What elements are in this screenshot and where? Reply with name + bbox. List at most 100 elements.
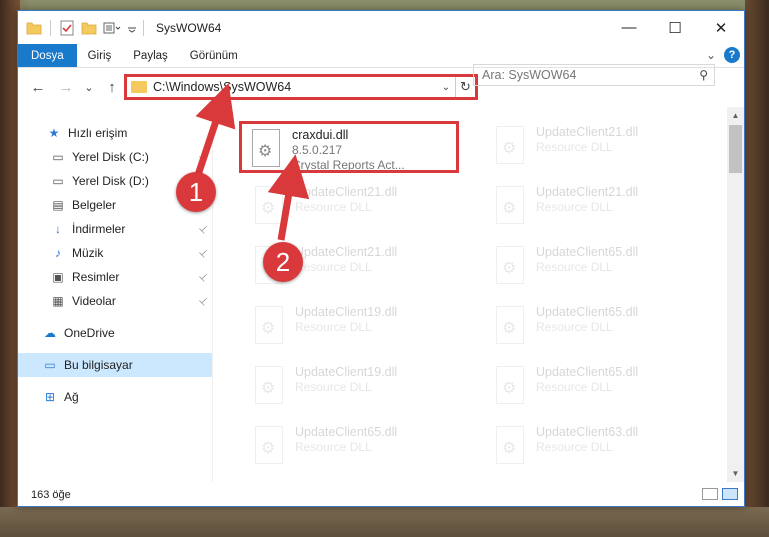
dll-file-icon: ⚙: [492, 306, 528, 348]
properties-icon[interactable]: [59, 20, 75, 36]
file-tile[interactable]: ⚙ UpdateClient19.dll Resource DLL: [245, 301, 465, 353]
status-bar: 163 öğe: [18, 484, 744, 506]
callout-two: 2: [263, 242, 303, 282]
customize-icon[interactable]: [103, 21, 121, 35]
scroll-up-icon[interactable]: ▲: [727, 107, 744, 124]
sidebar-item-label: Müzik: [72, 246, 104, 260]
file-tile[interactable]: ⚙ UpdateClient65.dll Resource DLL: [486, 361, 706, 413]
file-tile[interactable]: ⚙ craxdui.dll 8.5.0.217 Crystal Reports Act…: [239, 121, 459, 173]
recent-locations-button[interactable]: ⌄: [82, 75, 96, 99]
sidebar-item-label: İndirmeler: [72, 222, 126, 236]
file-detail: Resource DLL: [295, 380, 372, 394]
search-box[interactable]: Ara: SysWOW64 ⚲: [473, 64, 715, 86]
quick-access-toolbar: [18, 19, 137, 36]
pictures-icon: ▣: [52, 270, 64, 284]
tab-file[interactable]: Dosya: [18, 44, 77, 67]
folder-icon: [26, 22, 42, 34]
file-name: UpdateClient65.dll: [295, 425, 398, 439]
background-trunk: [745, 0, 769, 537]
search-icon[interactable]: ⚲: [699, 68, 708, 82]
file-detail: Resource DLL: [295, 260, 372, 274]
toolbar-dropdown-icon[interactable]: [127, 23, 137, 33]
file-detail: Resource DLL: [536, 440, 613, 454]
file-name: UpdateClient19.dll: [295, 305, 398, 319]
file-detail: Resource DLL: [536, 320, 613, 334]
drive-icon: ▭: [52, 174, 64, 188]
background-ground: [0, 507, 769, 537]
dll-file-icon: ⚙: [251, 186, 287, 228]
file-tile[interactable]: ⚙ UpdateClient65.dll Resource DLL: [486, 241, 706, 293]
up-button[interactable]: ↑: [100, 75, 124, 99]
address-folder-icon: [131, 81, 147, 93]
file-detail: Resource DLL: [536, 260, 613, 274]
sidebar-item[interactable]: ▣ Resimler ⊥: [18, 265, 212, 289]
help-icon[interactable]: ?: [724, 47, 740, 63]
tab-view[interactable]: Görünüm: [179, 44, 249, 67]
file-tile[interactable]: ⚙ UpdateClient65.dll Resource DLL: [486, 301, 706, 353]
back-button[interactable]: ←: [26, 75, 50, 99]
file-name: UpdateClient21.dll: [536, 185, 639, 199]
sidebar-item[interactable]: ▭ Bu bilgisayar: [18, 353, 212, 377]
computer-icon: ▭: [44, 358, 56, 372]
file-detail: Resource DLL: [536, 200, 613, 214]
sidebar-item[interactable]: ♪ Müzik ⊥: [18, 241, 212, 265]
nav-buttons: ← → ⌄ ↑: [18, 75, 124, 99]
dll-file-icon: ⚙: [251, 306, 287, 348]
video-icon: ▦: [52, 294, 64, 308]
sidebar-item-label: Ağ: [64, 390, 79, 404]
tab-share[interactable]: Paylaş: [122, 44, 179, 67]
pane-divider[interactable]: [212, 107, 213, 482]
file-name: UpdateClient63.dll: [536, 425, 639, 439]
ribbon-controls: ⌄ ?: [706, 47, 740, 63]
file-name: UpdateClient65.dll: [536, 365, 639, 379]
sidebar-item[interactable]: ☁ OneDrive: [18, 321, 212, 345]
dll-file-icon: ⚙: [251, 366, 287, 408]
file-detail: Resource DLL: [295, 320, 372, 334]
file-tile[interactable]: ⚙ UpdateClient21.dllResource DLL: [486, 121, 706, 173]
forward-button[interactable]: →: [54, 75, 78, 99]
sidebar-item[interactable]: ⊞ Ağ: [18, 385, 212, 409]
search-input[interactable]: Ara: SysWOW64: [482, 68, 576, 82]
sidebar-item-label: Belgeler: [72, 198, 117, 212]
close-button[interactable]: ✕: [698, 11, 744, 44]
details-view-icon[interactable]: [702, 488, 718, 500]
dll-file-icon: ⚙: [492, 126, 528, 168]
dll-file-icon: ⚙: [251, 426, 287, 468]
sidebar-item[interactable]: ↓ İndirmeler ⊥: [18, 217, 212, 241]
file-tile[interactable]: ⚙ UpdateClient21.dllResource DLL: [486, 181, 706, 233]
vertical-scrollbar[interactable]: ▲ ▼: [727, 107, 744, 482]
sidebar-item[interactable]: ▦ Videolar ⊥: [18, 289, 212, 313]
address-dropdown-icon[interactable]: ⌄: [437, 82, 455, 93]
file-tile[interactable]: ⚙ UpdateClient65.dll Resource DLL: [245, 421, 465, 473]
toolbar-divider: [50, 19, 51, 36]
ribbon-expand-icon[interactable]: ⌄: [706, 48, 716, 62]
new-folder-icon[interactable]: [81, 21, 97, 35]
file-detail: Resource DLL: [536, 380, 613, 394]
sidebar-item-label: OneDrive: [64, 326, 115, 340]
minimize-button[interactable]: —: [606, 11, 652, 44]
file-name: UpdateClient21.dll: [536, 125, 639, 139]
address-bar[interactable]: C:\Windows\SysWOW64 ⌄ ↻: [124, 74, 478, 100]
file-tile[interactable]: ⚙ UpdateClient63.dll Resource DLL: [486, 421, 706, 473]
music-icon: ♪: [55, 246, 61, 260]
tab-home[interactable]: Giriş: [77, 44, 123, 67]
address-path[interactable]: C:\Windows\SysWOW64: [153, 80, 437, 94]
title-bar: SysWOW64 — ☐ ✕: [18, 11, 744, 44]
pin-icon: ⊥: [196, 246, 211, 260]
tiles-view-icon[interactable]: [722, 488, 738, 500]
network-icon: ⊞: [44, 390, 56, 404]
sidebar-item[interactable]: ▭ Yerel Disk (C:) ⊥: [18, 145, 212, 169]
callout-one: 1: [176, 172, 216, 212]
scroll-down-icon[interactable]: ▼: [727, 465, 744, 482]
file-list: ⚙ craxdui.dll 8.5.0.217 Crystal Reports Act…: [218, 107, 728, 482]
file-tile[interactable]: ⚙ UpdateClient21.dllResource DLL: [245, 181, 465, 233]
maximize-button[interactable]: ☐: [652, 11, 698, 44]
sidebar-item-label: Resimler: [72, 270, 120, 284]
navigation-pane: ★ Hızlı erişim ▭ Yerel Disk (C:) ⊥ ▭ Yerel Dis…: [18, 107, 212, 482]
refresh-icon[interactable]: ↻: [455, 77, 475, 97]
file-tile[interactable]: ⚙ UpdateClient19.dll Resource DLL: [245, 361, 465, 413]
file-name: craxdui.dll: [292, 128, 349, 142]
sidebar-item[interactable]: ★ Hızlı erişim: [18, 121, 212, 145]
scroll-thumb[interactable]: [729, 125, 742, 173]
document-icon: ▤: [52, 198, 64, 212]
